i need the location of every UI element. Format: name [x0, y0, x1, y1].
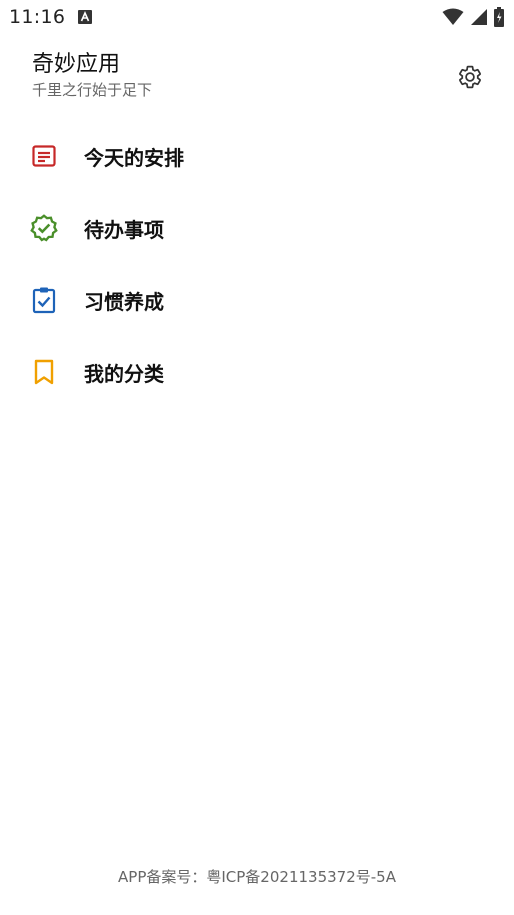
menu-item-label: 今天的安排 — [84, 145, 184, 170]
bookmark-icon — [30, 358, 58, 386]
settings-button[interactable] — [455, 64, 485, 94]
clipboard-check-icon — [30, 286, 58, 314]
menu-item-todo[interactable]: 待办事项 — [0, 192, 514, 264]
notification-a-icon — [78, 9, 92, 24]
verified-check-icon — [30, 214, 58, 242]
main-menu: 今天的安排 待办事项 习惯养成 我的分类 — [0, 120, 514, 408]
gear-icon — [457, 64, 483, 94]
calendar-event-icon — [30, 142, 58, 170]
app-header: 奇妙应用 千里之行始于足下 — [32, 52, 152, 100]
status-time: 11:16 — [9, 6, 66, 28]
menu-item-habits[interactable]: 习惯养成 — [0, 264, 514, 336]
battery-icon — [494, 7, 504, 31]
wifi-icon — [442, 8, 464, 30]
menu-item-label: 我的分类 — [84, 361, 164, 386]
menu-item-today[interactable]: 今天的安排 — [0, 120, 514, 192]
menu-item-label: 习惯养成 — [84, 289, 164, 314]
signal-icon — [470, 8, 488, 30]
icp-footer[interactable]: APP备案号：粤ICP备2021135372号-5A — [0, 866, 514, 887]
app-title: 奇妙应用 — [32, 52, 121, 77]
app-subtitle: 千里之行始于足下 — [32, 81, 153, 99]
menu-item-label: 待办事项 — [84, 217, 164, 242]
status-bar: 11:16 — [0, 0, 514, 34]
menu-item-categories[interactable]: 我的分类 — [0, 336, 514, 408]
status-indicators — [442, 7, 504, 31]
